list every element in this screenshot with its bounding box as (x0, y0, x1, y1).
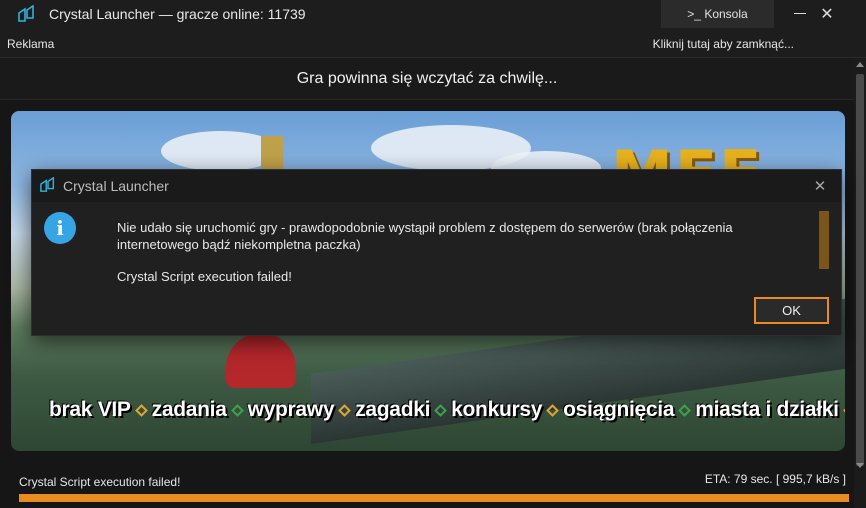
minimize-icon[interactable] (794, 13, 806, 14)
download-progress-bar (19, 494, 849, 502)
scrollbar-thumb[interactable] (856, 74, 864, 466)
scroll-down-icon[interactable] (856, 463, 864, 468)
dialog-scrollbar[interactable] (819, 211, 829, 269)
feature-label: konkursy (451, 398, 543, 421)
feature-label: osiągnięcia (563, 398, 675, 421)
ok-button[interactable]: OK (754, 297, 829, 324)
scroll-up-icon[interactable] (856, 62, 864, 67)
close-window-icon[interactable]: ✕ (814, 2, 840, 26)
crystal-logo-icon (18, 5, 34, 22)
progress-fill (19, 494, 849, 502)
crystal-logo-icon (40, 177, 55, 192)
diamond-separator-icon (134, 403, 148, 417)
diamond-separator-icon (338, 403, 352, 417)
window-title: Crystal Launcher — gracze online: 11739 (49, 6, 306, 22)
main-scrollbar[interactable] (854, 58, 866, 508)
dialog-error-line: Crystal Script execution failed! (117, 269, 292, 284)
banner-mushroom (226, 333, 296, 388)
close-ad-link[interactable]: Kliknij tutaj aby zamknąć... (653, 37, 794, 51)
feature-label: zadania (151, 398, 227, 421)
dialog-title: Crystal Launcher (63, 178, 169, 194)
diamond-separator-icon (230, 403, 244, 417)
diamond-separator-icon (546, 403, 559, 417)
ad-label: Reklama (7, 37, 55, 51)
dialog-message: Nie udało się uruchomić gry - prawdopodo… (117, 220, 733, 252)
diamond-separator-icon (678, 403, 692, 417)
feature-label: zagadki (355, 398, 431, 421)
diamond-separator-icon (842, 403, 845, 417)
dialog-close-icon[interactable]: ✕ (809, 175, 831, 197)
error-dialog: Crystal Launcher ✕ i Nie udało się uruch… (31, 169, 842, 336)
feature-label: brak VIP (49, 398, 131, 421)
feature-label: miasta i działki (695, 398, 839, 421)
loading-message: Gra powinna się wczytać za chwilę... (0, 58, 854, 100)
eta-text: ETA: 79 sec. [ 995,7 kB/s ] (704, 472, 846, 486)
dialog-title-bar: Crystal Launcher ✕ (32, 170, 841, 202)
status-text: Crystal Script execution failed! (19, 475, 181, 489)
diamond-separator-icon (434, 403, 448, 417)
title-bar: Crystal Launcher — gracze online: 11739 … (0, 0, 866, 30)
console-button[interactable]: >_ Konsola (661, 0, 774, 28)
banner-features: brak VIP zadania wyprawy zagadki konkurs… (49, 398, 845, 422)
feature-label: wyprawy (247, 398, 335, 421)
info-icon: i (44, 212, 76, 244)
ad-bar: Reklama Kliknij tutaj aby zamknąć... (0, 30, 866, 58)
